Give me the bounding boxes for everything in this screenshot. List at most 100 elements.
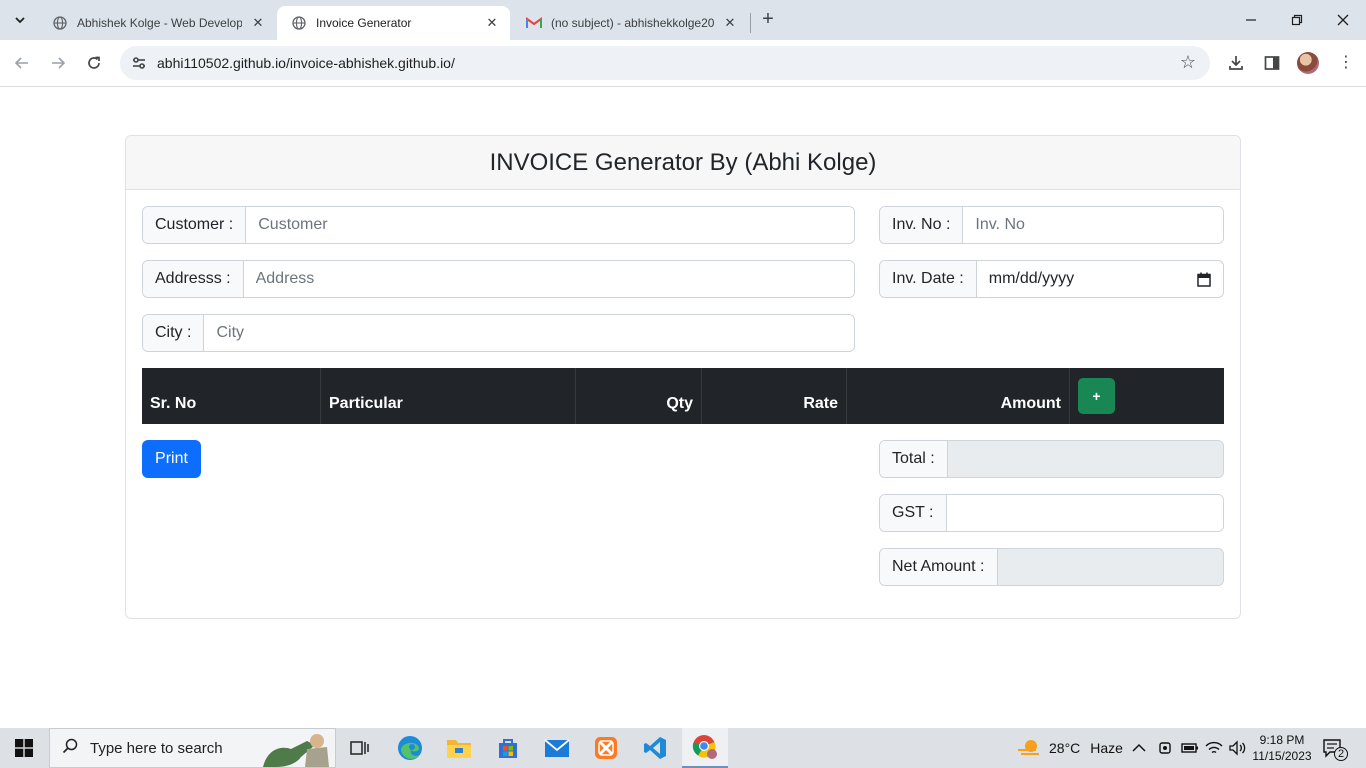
total-input-group: Total : [879,440,1224,478]
store-icon [499,739,517,758]
minimize-button[interactable] [1228,0,1274,40]
taskbar-mail[interactable] [534,728,580,768]
tab-search-button[interactable] [8,8,32,32]
downloads-button[interactable] [1224,51,1248,75]
taskbar-edge[interactable] [387,728,433,768]
address-label: Addresss : [143,261,244,297]
customer-input[interactable] [246,207,854,243]
minimize-icon [1246,19,1256,21]
tab-invoice-generator[interactable]: Invoice Generator ✕ [277,6,510,40]
city-input-group: City : [142,314,855,352]
inv-date-label: Inv. Date : [880,261,977,297]
weather-condition: Haze [1090,740,1123,756]
inv-no-input-group: Inv. No : [879,206,1224,244]
arrow-left-icon [14,57,28,69]
close-icon[interactable]: ✕ [250,15,266,31]
forward-button[interactable] [44,49,72,77]
close-icon [1337,14,1349,26]
tab-separator [750,13,751,33]
clock-date: 11/15/2023 [1252,749,1312,763]
gst-input[interactable] [946,495,1223,531]
taskbar-chrome[interactable] [682,728,728,768]
inv-date-input-group: Inv. Date : mm/dd/yyyy [879,260,1224,298]
date-value: mm/dd/yyyy [988,270,1075,287]
total-input [947,441,1223,477]
taskbar-vscode[interactable] [632,728,678,768]
net-amount-input [997,549,1223,585]
show-hidden-icons-button[interactable] [1132,728,1146,768]
battery-icon [1181,743,1198,753]
column-header-qty: Qty [576,368,702,424]
address-input[interactable] [243,261,854,297]
wifi-icon [1205,741,1223,754]
total-label: Total : [880,441,948,477]
print-button[interactable]: Print [142,440,201,478]
task-view-button[interactable] [337,728,383,768]
browser-tab-strip: Abhishek Kolge - Web Develop ✕ Invoice G… [0,0,1366,40]
tab-portfolio[interactable]: Abhishek Kolge - Web Develop ✕ [38,6,276,40]
windows-logo-icon [15,739,33,757]
taskbar-file-explorer[interactable] [436,728,482,768]
mail-icon [544,739,570,757]
folder-icon [447,740,471,758]
address-bar[interactable]: abhi110502.github.io/invoice-abhishek.gi… [120,46,1210,80]
side-panel-button[interactable] [1260,51,1284,75]
xampp-icon [595,737,617,759]
net-amount-input-group: Net Amount : [879,548,1224,586]
restore-icon [1291,14,1303,26]
url-text: abhi110502.github.io/invoice-abhishek.gi… [157,55,455,71]
calendar-icon[interactable] [1197,272,1211,287]
arrow-right-icon [52,57,66,69]
more-menu-icon[interactable]: ⋮ [1338,51,1354,75]
notifications-button[interactable]: 2 [1322,728,1348,768]
taskbar-xampp[interactable] [583,728,629,768]
gmail-icon [526,15,542,31]
search-icon [50,738,90,758]
tray-battery[interactable] [1181,728,1199,768]
tray-volume[interactable] [1228,728,1246,768]
tray-network[interactable] [1205,728,1223,768]
close-icon[interactable]: ✕ [722,15,738,31]
reload-icon [88,56,100,69]
bookmark-star-icon[interactable]: ☆ [1180,52,1196,73]
page-title: INVOICE Generator By (Abhi Kolge) [126,136,1240,190]
column-header-amount: Amount [847,368,1070,424]
customer-input-group: Customer : [142,206,855,244]
add-row-button[interactable]: + [1078,378,1115,414]
profile-avatar[interactable] [1297,52,1319,74]
chevron-down-icon [15,17,25,24]
side-panel-icon [1264,56,1280,70]
close-window-button[interactable] [1320,0,1366,40]
chrome-icon [692,735,717,759]
city-label: City : [143,315,205,351]
city-input[interactable] [204,315,854,351]
site-info-icon[interactable] [130,54,148,72]
back-button[interactable] [8,49,36,77]
vscode-icon [644,737,666,759]
taskbar-search-box[interactable]: Type here to search [49,728,336,768]
column-header-particular: Particular [321,368,576,424]
items-table-header: Sr. No Particular Qty Rate Amount [142,368,1224,424]
taskbar-store[interactable] [485,728,531,768]
chevron-up-icon [1132,743,1146,752]
tab-title: Invoice Generator [316,16,412,30]
weather-widget[interactable]: 28°C Haze [1016,728,1123,768]
tab-gmail[interactable]: (no subject) - abhishekkolge200 ✕ [512,6,748,40]
tray-meet-now[interactable] [1157,728,1173,768]
new-tab-button[interactable]: + [757,9,779,31]
notification-count-badge: 2 [1334,747,1348,761]
search-placeholder: Type here to search [90,739,223,757]
inv-no-input[interactable] [963,207,1223,243]
globe-icon [291,15,307,31]
search-highlight-illustration-icon [263,734,329,767]
tab-title: (no subject) - abhishekkolge200 [551,16,714,30]
column-header-rate: Rate [702,368,847,424]
restore-button[interactable] [1274,0,1320,40]
close-icon[interactable]: ✕ [484,15,500,31]
inv-date-input[interactable]: mm/dd/yyyy [977,261,1223,297]
camera-icon [1159,742,1171,754]
globe-icon [52,15,68,31]
reload-button[interactable] [80,49,108,77]
taskbar-clock[interactable]: 9:18 PM 11/15/2023 [1251,728,1313,768]
start-button[interactable] [0,728,48,768]
